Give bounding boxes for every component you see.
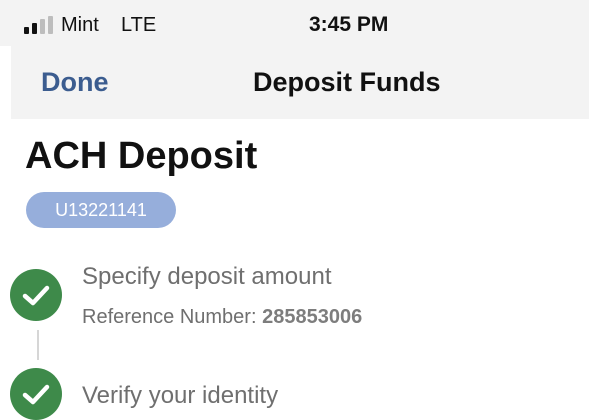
account-badge: U13221141 (26, 192, 176, 228)
page-title: ACH Deposit (25, 135, 258, 177)
status-time: 3:45 PM (309, 13, 389, 36)
reference-row: Reference Number: 285853006 (82, 304, 362, 330)
step-connector (37, 330, 39, 360)
step-2-label: Verify your identity (82, 382, 279, 409)
done-button[interactable]: Done (41, 66, 109, 98)
signal-strength-icon (24, 16, 53, 34)
step-1-label: Specify deposit amount (82, 263, 332, 290)
network-type: LTE (121, 14, 157, 36)
carrier-name: Mint (61, 14, 99, 36)
reference-number: 285853006 (262, 306, 363, 328)
step-1-check-icon (10, 269, 62, 321)
step-2-check-icon (10, 368, 62, 420)
nav-title: Deposit Funds (253, 67, 441, 97)
reference-label: Reference Number: (82, 306, 257, 328)
status-bar: Mint LTE 3:45 PM (0, 0, 589, 46)
navigation-bar: Done Deposit Funds (11, 46, 589, 119)
